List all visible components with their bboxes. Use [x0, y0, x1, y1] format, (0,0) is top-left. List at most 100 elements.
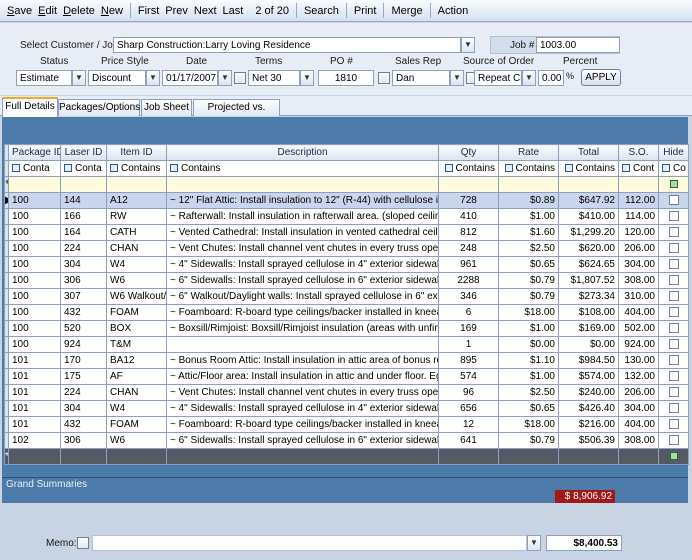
cell-hide[interactable]: [658, 432, 689, 449]
cell-package-id[interactable]: 100: [8, 208, 61, 225]
cell-hide[interactable]: [658, 400, 689, 417]
hide-checkbox[interactable]: [668, 387, 679, 398]
sales-rep-checkbox[interactable]: [378, 72, 390, 84]
filter-input-qty[interactable]: [438, 176, 499, 193]
cell-item-id[interactable]: W6: [106, 272, 167, 289]
price-style-select[interactable]: Discount: [88, 70, 146, 86]
terms-checkbox[interactable]: [234, 72, 246, 84]
edit-button[interactable]: Edit: [35, 5, 60, 17]
cell-so[interactable]: 924.00: [618, 336, 659, 353]
chevron-down-icon[interactable]: ▼: [146, 70, 160, 86]
cell-rate[interactable]: $1.10: [498, 352, 559, 369]
cell-description[interactable]: ~ Attic/Floor area: Install insulation i…: [166, 368, 439, 385]
cell-package-id[interactable]: 100: [8, 256, 61, 273]
cell-so[interactable]: 130.00: [618, 352, 659, 369]
new-row-cell[interactable]: [60, 448, 107, 465]
cell-package-id[interactable]: 101: [8, 416, 61, 433]
cell-package-id[interactable]: 100: [8, 336, 61, 353]
cell-description[interactable]: ~ 6" Sidewalls: Install sprayed cellulos…: [166, 432, 439, 449]
cell-item-id[interactable]: CATH: [106, 224, 167, 241]
filter-input-laser-id[interactable]: [60, 176, 107, 193]
cell-qty[interactable]: 248: [438, 240, 499, 257]
cell-description[interactable]: ~ Boxsill/Rimjoist: Boxsill/Rimjoist ins…: [166, 320, 439, 337]
new-row-cell[interactable]: [618, 448, 659, 465]
hide-checkbox[interactable]: [668, 291, 679, 302]
hide-checkbox[interactable]: [668, 307, 679, 318]
cell-package-id[interactable]: 100: [8, 288, 61, 305]
filter-laser-id[interactable]: Conta: [60, 160, 107, 177]
cell-total[interactable]: $426.40: [558, 400, 619, 417]
first-button[interactable]: First: [135, 5, 162, 17]
hide-checkbox[interactable]: [668, 195, 679, 206]
search-button[interactable]: Search: [301, 5, 342, 17]
cell-so[interactable]: 310.00: [618, 288, 659, 305]
cell-hide[interactable]: [658, 336, 689, 353]
filter-input-package-id[interactable]: [8, 176, 61, 193]
percent-field[interactable]: 0.00: [538, 70, 564, 86]
hide-checkbox[interactable]: [668, 355, 679, 366]
cell-total[interactable]: $240.00: [558, 384, 619, 401]
cell-item-id[interactable]: W4: [106, 400, 167, 417]
table-row[interactable]: 101 170 BA12 ~ Bonus Room Attic: Install in…: [4, 352, 689, 369]
filter-input-hide[interactable]: [658, 176, 689, 193]
cell-rate[interactable]: $0.89: [498, 192, 559, 209]
filter-total[interactable]: Contains: [558, 160, 619, 177]
cell-item-id[interactable]: CHAN: [106, 384, 167, 401]
col-header-total[interactable]: Total: [558, 144, 619, 161]
cell-so[interactable]: 404.00: [618, 416, 659, 433]
action-button[interactable]: Action: [435, 5, 472, 17]
table-row[interactable]: 101 175 AF ~ Attic/Floor area: Install insu…: [4, 368, 689, 385]
cell-so[interactable]: 304.00: [618, 256, 659, 273]
cell-hide[interactable]: [658, 368, 689, 385]
cell-rate[interactable]: $18.00: [498, 416, 559, 433]
cell-total[interactable]: $506.39: [558, 432, 619, 449]
source-of-order-select[interactable]: Repeat Cus: [474, 70, 522, 86]
cell-total[interactable]: $273.34: [558, 288, 619, 305]
cell-hide[interactable]: [658, 384, 689, 401]
cell-total[interactable]: $108.00: [558, 304, 619, 321]
cell-total[interactable]: $647.92: [558, 192, 619, 209]
cell-qty[interactable]: 2288: [438, 272, 499, 289]
date-field[interactable]: 01/17/2007: [162, 70, 218, 86]
merge-button[interactable]: Merge: [388, 5, 425, 17]
cell-package-id[interactable]: 101: [8, 368, 61, 385]
memo-field[interactable]: [92, 535, 527, 551]
cell-package-id[interactable]: 101: [8, 384, 61, 401]
cell-package-id[interactable]: 100: [8, 224, 61, 241]
tab-job-sheet[interactable]: Job Sheet: [141, 99, 192, 116]
terms-select[interactable]: Net 30: [248, 70, 300, 86]
cell-total[interactable]: $0.00: [558, 336, 619, 353]
cell-so[interactable]: 308.00: [618, 272, 659, 289]
tab-packages-options[interactable]: Packages/Options: [58, 99, 140, 116]
cell-package-id[interactable]: 101: [8, 352, 61, 369]
chevron-down-icon[interactable]: ▼: [450, 70, 464, 86]
filter-input-item-id[interactable]: [106, 176, 167, 193]
cell-package-id[interactable]: 102: [8, 432, 61, 449]
cell-item-id[interactable]: RW: [106, 208, 167, 225]
cell-laser-id[interactable]: 306: [60, 432, 107, 449]
cell-laser-id[interactable]: 520: [60, 320, 107, 337]
cell-description[interactable]: ~ 4" Sidewalls: Install sprayed cellulos…: [166, 400, 439, 417]
cell-description[interactable]: ~ 4" Sidewalls: Install sprayed cellulos…: [166, 256, 439, 273]
cell-laser-id[interactable]: 166: [60, 208, 107, 225]
col-header-package-id[interactable]: Package ID: [8, 144, 61, 161]
filter-input-description[interactable]: [166, 176, 439, 193]
cell-hide[interactable]: [658, 240, 689, 257]
cell-item-id[interactable]: BA12: [106, 352, 167, 369]
col-header-qty[interactable]: Qty: [438, 144, 499, 161]
cell-item-id[interactable]: W4: [106, 256, 167, 273]
status-select[interactable]: Estimate: [16, 70, 72, 86]
col-header-item-id[interactable]: Item ID: [106, 144, 167, 161]
hide-checkbox[interactable]: [668, 243, 679, 254]
filter-so[interactable]: Cont: [618, 160, 659, 177]
cell-item-id[interactable]: FOAM: [106, 416, 167, 433]
chevron-down-icon[interactable]: ▼: [461, 37, 475, 53]
cell-so[interactable]: 120.00: [618, 224, 659, 241]
cell-total[interactable]: $1,807.52: [558, 272, 619, 289]
table-row[interactable]: 100 520 BOX ~ Boxsill/Rimjoist: Boxsill/Rim…: [4, 320, 689, 337]
table-row[interactable]: 100 304 W4 ~ 4" Sidewalls: Install sprayed …: [4, 256, 689, 273]
hide-checkbox[interactable]: [668, 323, 679, 334]
cell-hide[interactable]: [658, 208, 689, 225]
cell-total[interactable]: $984.50: [558, 352, 619, 369]
customer-select[interactable]: Sharp Construction:Larry Loving Residenc…: [113, 37, 461, 53]
